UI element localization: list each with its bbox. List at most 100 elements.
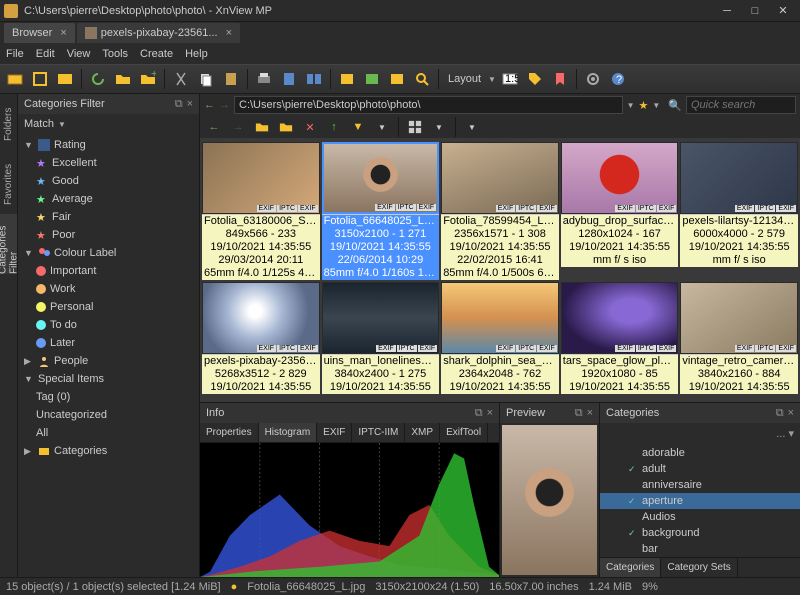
- view-mode-icon[interactable]: [405, 118, 425, 136]
- category-item[interactable]: anniversaire: [600, 477, 800, 493]
- tree-colour-todo[interactable]: To do: [18, 316, 199, 334]
- search-icon[interactable]: [411, 68, 433, 90]
- thumbnail[interactable]: EXIFIPTCEXIF uins_man_loneliness_12427..…: [322, 282, 440, 394]
- layout-label[interactable]: Layout: [444, 73, 485, 85]
- clipboard-icon[interactable]: [278, 68, 300, 90]
- close-button[interactable]: ✕: [770, 2, 796, 20]
- thumbnail[interactable]: EXIFIPTCEXIF Fotolia_66648025_L.jpg3150x…: [322, 142, 440, 280]
- checkbox-icon[interactable]: ✓: [628, 496, 638, 507]
- menu-create[interactable]: Create: [140, 48, 173, 60]
- tree-colour-later[interactable]: Later: [18, 334, 199, 352]
- copy-icon[interactable]: [195, 68, 217, 90]
- thumbnail[interactable]: EXIFIPTCEXIF Fotolia_63180006_S.jpg849x5…: [202, 142, 320, 280]
- tab-browser[interactable]: Browser ×: [4, 23, 75, 43]
- tree-rating-poor[interactable]: ★Poor: [18, 226, 199, 244]
- category-item[interactable]: ✓ background: [600, 525, 800, 541]
- info-tab-histogram[interactable]: Histogram: [259, 423, 318, 442]
- refresh-icon[interactable]: [87, 68, 109, 90]
- tree-rating-good[interactable]: ★Good: [18, 172, 199, 190]
- info-tab-exif[interactable]: EXIF: [317, 423, 352, 442]
- chevron-down-icon[interactable]: ▼: [462, 118, 482, 136]
- print-icon[interactable]: [253, 68, 275, 90]
- thumbnail[interactable]: EXIFIPTCEXIF vintage_retro_camera_1265..…: [680, 282, 798, 394]
- up-icon[interactable]: ↑: [324, 118, 344, 136]
- fullscreen-icon[interactable]: [29, 68, 51, 90]
- thumbnail[interactable]: EXIFIPTCEXIF Fotolia_78599454_L.jpg2356x…: [441, 142, 559, 280]
- thumbnail[interactable]: EXIFIPTCEXIF pexels-pixabay-235615.jpg52…: [202, 282, 320, 394]
- tree-special-uncategorized[interactable]: Uncategorized: [18, 406, 199, 424]
- filter-icon[interactable]: ▼: [348, 118, 368, 136]
- chevron-down-icon[interactable]: ▼: [652, 101, 660, 110]
- view-icon[interactable]: [54, 68, 76, 90]
- thumbnail-size-icon[interactable]: 1:5: [499, 68, 521, 90]
- tree-rating-excellent[interactable]: ★Excellent: [18, 154, 199, 172]
- minimize-button[interactable]: ─: [714, 2, 740, 20]
- checkbox-icon[interactable]: ✓: [628, 528, 638, 539]
- tree-rating-average[interactable]: ★Average: [18, 190, 199, 208]
- menu-tools[interactable]: Tools: [102, 48, 128, 60]
- tree-special[interactable]: ▼ Special Items: [18, 370, 199, 388]
- convert-icon[interactable]: [336, 68, 358, 90]
- menu-help[interactable]: Help: [185, 48, 208, 60]
- folder2-icon[interactable]: [276, 118, 296, 136]
- thumbnail[interactable]: EXIFIPTCEXIF pexels-lilartsy-1213447.jpg…: [680, 142, 798, 280]
- cat-tab-categories[interactable]: Categories: [600, 558, 661, 577]
- restore-icon[interactable]: ⧉: [475, 407, 483, 420]
- chevron-down-icon[interactable]: ▼: [429, 118, 449, 136]
- close-icon[interactable]: ×: [487, 407, 493, 420]
- restore-icon[interactable]: ⧉: [175, 98, 183, 111]
- chevron-down-icon[interactable]: ▼: [372, 118, 392, 136]
- cat-tab-sets[interactable]: Category Sets: [661, 558, 737, 577]
- folder-icon[interactable]: [252, 118, 272, 136]
- category-item[interactable]: Audios: [600, 509, 800, 525]
- delete-icon[interactable]: ✕: [300, 118, 320, 136]
- tree-people[interactable]: ▶ People: [18, 352, 199, 370]
- close-icon[interactable]: ×: [187, 98, 193, 111]
- paste-icon[interactable]: [220, 68, 242, 90]
- info-tab-exiftool[interactable]: ExifTool: [440, 423, 488, 442]
- chevron-down-icon[interactable]: ▼: [488, 75, 496, 84]
- new-folder-icon[interactable]: +: [137, 68, 159, 90]
- star-icon[interactable]: ★: [639, 99, 649, 112]
- settings-icon[interactable]: [582, 68, 604, 90]
- compare-icon[interactable]: [303, 68, 325, 90]
- thumbnail[interactable]: EXIFIPTCEXIF tars_space_glow_planet_99..…: [561, 282, 679, 394]
- restore-icon[interactable]: ⧉: [575, 407, 583, 420]
- info-tab-iptc[interactable]: IPTC-IIM: [352, 423, 405, 442]
- rename-icon[interactable]: [386, 68, 408, 90]
- close-icon[interactable]: ×: [587, 407, 593, 420]
- tag-icon[interactable]: [524, 68, 546, 90]
- tree-colour-work[interactable]: Work: [18, 280, 199, 298]
- side-tab-folders[interactable]: Folders: [0, 94, 17, 154]
- thumbnail[interactable]: EXIFIPTCEXIF adybug_drop_surface_1062...…: [561, 142, 679, 280]
- tree-categories[interactable]: ▶ Categories: [18, 442, 199, 460]
- tree-special-all[interactable]: All: [18, 424, 199, 442]
- nav-back-icon[interactable]: ←: [204, 118, 224, 136]
- nav-forward-icon[interactable]: →: [228, 118, 248, 136]
- cut-icon[interactable]: [170, 68, 192, 90]
- menu-edit[interactable]: Edit: [36, 48, 55, 60]
- info-tab-properties[interactable]: Properties: [200, 423, 259, 442]
- tree-rating-fair[interactable]: ★Fair: [18, 208, 199, 226]
- tree-colour-personal[interactable]: Personal: [18, 298, 199, 316]
- match-dropdown[interactable]: Match ▼: [18, 114, 199, 134]
- tree-rating[interactable]: ▼ Rating: [18, 136, 199, 154]
- category-item[interactable]: ✓ aperture: [600, 493, 800, 509]
- tree-colour[interactable]: ▼ Colour Label: [18, 244, 199, 262]
- help-icon[interactable]: ?: [607, 68, 629, 90]
- menu-icon[interactable]: ... ▾: [776, 427, 794, 440]
- side-tab-favorites[interactable]: Favorites: [0, 154, 17, 214]
- menu-view[interactable]: View: [67, 48, 91, 60]
- category-item[interactable]: bar: [600, 541, 800, 557]
- search-input[interactable]: [686, 96, 796, 114]
- thumbnail[interactable]: EXIFIPTCEXIF shark_dolphin_sea_130036_..…: [441, 282, 559, 394]
- info-tab-xmp[interactable]: XMP: [405, 423, 440, 442]
- side-tab-categories-filter[interactable]: Categories Filter: [0, 214, 17, 274]
- open-icon[interactable]: [4, 68, 26, 90]
- close-icon[interactable]: ×: [60, 27, 66, 39]
- batch-icon[interactable]: [361, 68, 383, 90]
- category-item[interactable]: adorable: [600, 445, 800, 461]
- forward-icon[interactable]: →: [219, 99, 230, 111]
- close-icon[interactable]: ×: [788, 407, 794, 420]
- restore-icon[interactable]: ⧉: [776, 407, 784, 420]
